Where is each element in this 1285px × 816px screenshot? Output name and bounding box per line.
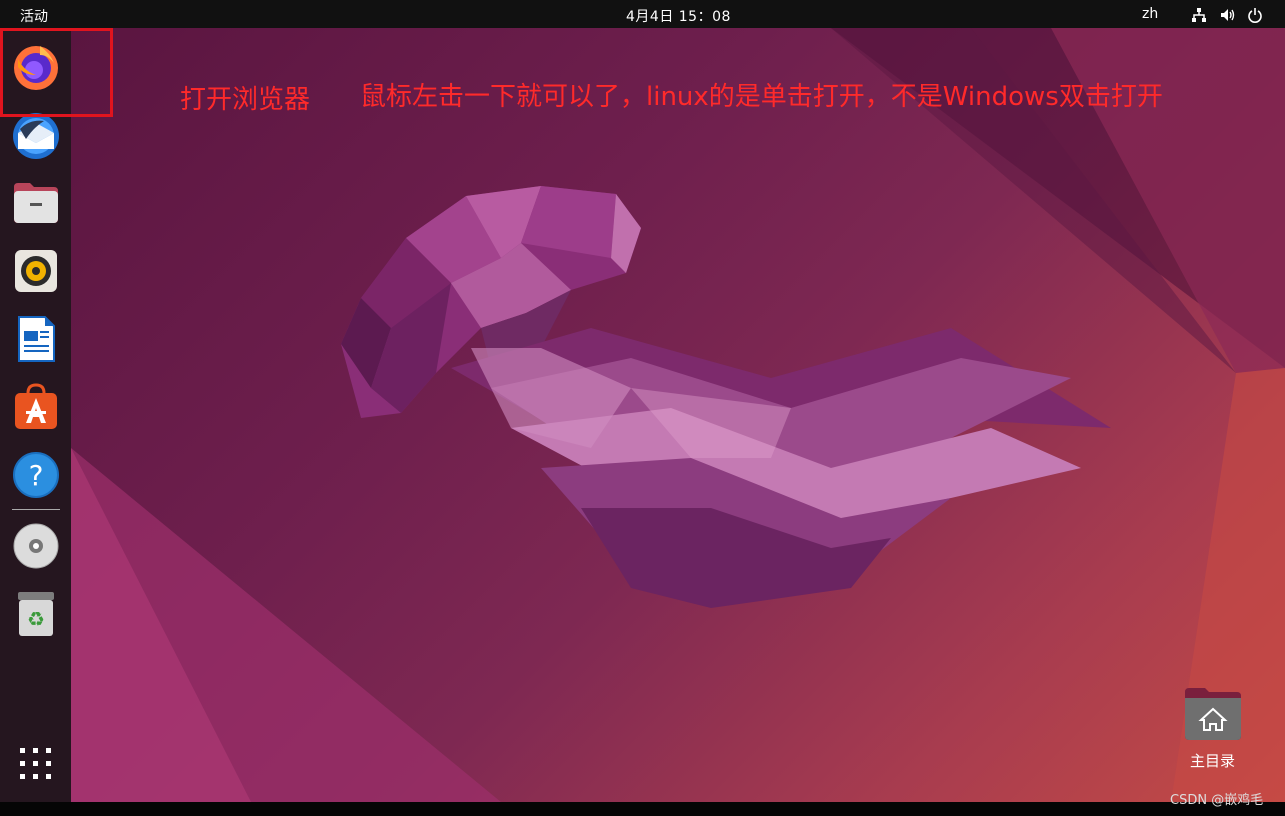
home-folder-icon[interactable] [1183,684,1243,742]
desktop-wallpaper[interactable]: 主目录 [71,28,1285,802]
clock-button[interactable]: 4月4日 15：08 [626,6,731,26]
home-folder-label: 主目录 [1190,752,1236,770]
screen: 主目录 活动 4月4日 15：08 zh ? ♻ 打开浏览器 鼠标左击一下就可以… [0,0,1285,816]
software-icon[interactable] [10,381,62,433]
dock: ? ♻ [0,28,71,802]
annotation-open-browser: 打开浏览器 [180,85,311,115]
language-indicator[interactable]: zh [1142,6,1158,22]
dvd-icon[interactable] [10,520,62,572]
rhythmbox-icon[interactable] [10,245,62,297]
jellyfish-wallpaper [71,28,1285,802]
activities-button[interactable]: 活动 [20,6,48,26]
svg-text:♻: ♻ [27,607,45,631]
files-icon[interactable] [10,177,62,229]
highlight-box [0,28,113,117]
network-icon[interactable] [1191,7,1207,23]
grid-icon[interactable] [10,738,62,790]
help-icon[interactable]: ? [10,449,62,501]
writer-icon[interactable] [10,313,62,365]
trash-icon[interactable]: ♻ [10,588,62,640]
volume-icon[interactable] [1220,7,1236,23]
annotation-instruction: 鼠标左击一下就可以了，linux的是单击打开，不是Windows双击打开 [360,82,1163,112]
power-icon[interactable] [1247,7,1263,23]
svg-text:?: ? [29,459,44,492]
top-bar: 活动 4月4日 15：08 zh [0,0,1285,28]
watermark: CSDN @嵌鸡毛 [1170,793,1264,808]
dock-separator [12,509,60,510]
bottom-bar [0,802,1285,816]
